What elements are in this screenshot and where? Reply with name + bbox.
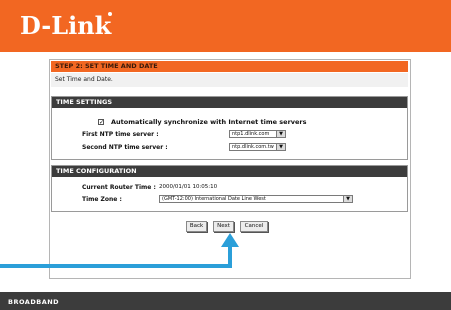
footer-bar: BROADBAND — [0, 292, 451, 310]
arrow-head — [221, 233, 239, 247]
pointer-arrow-icon — [0, 233, 239, 268]
footer-label: BROADBAND — [8, 298, 60, 306]
arrow-shaft — [0, 244, 232, 268]
